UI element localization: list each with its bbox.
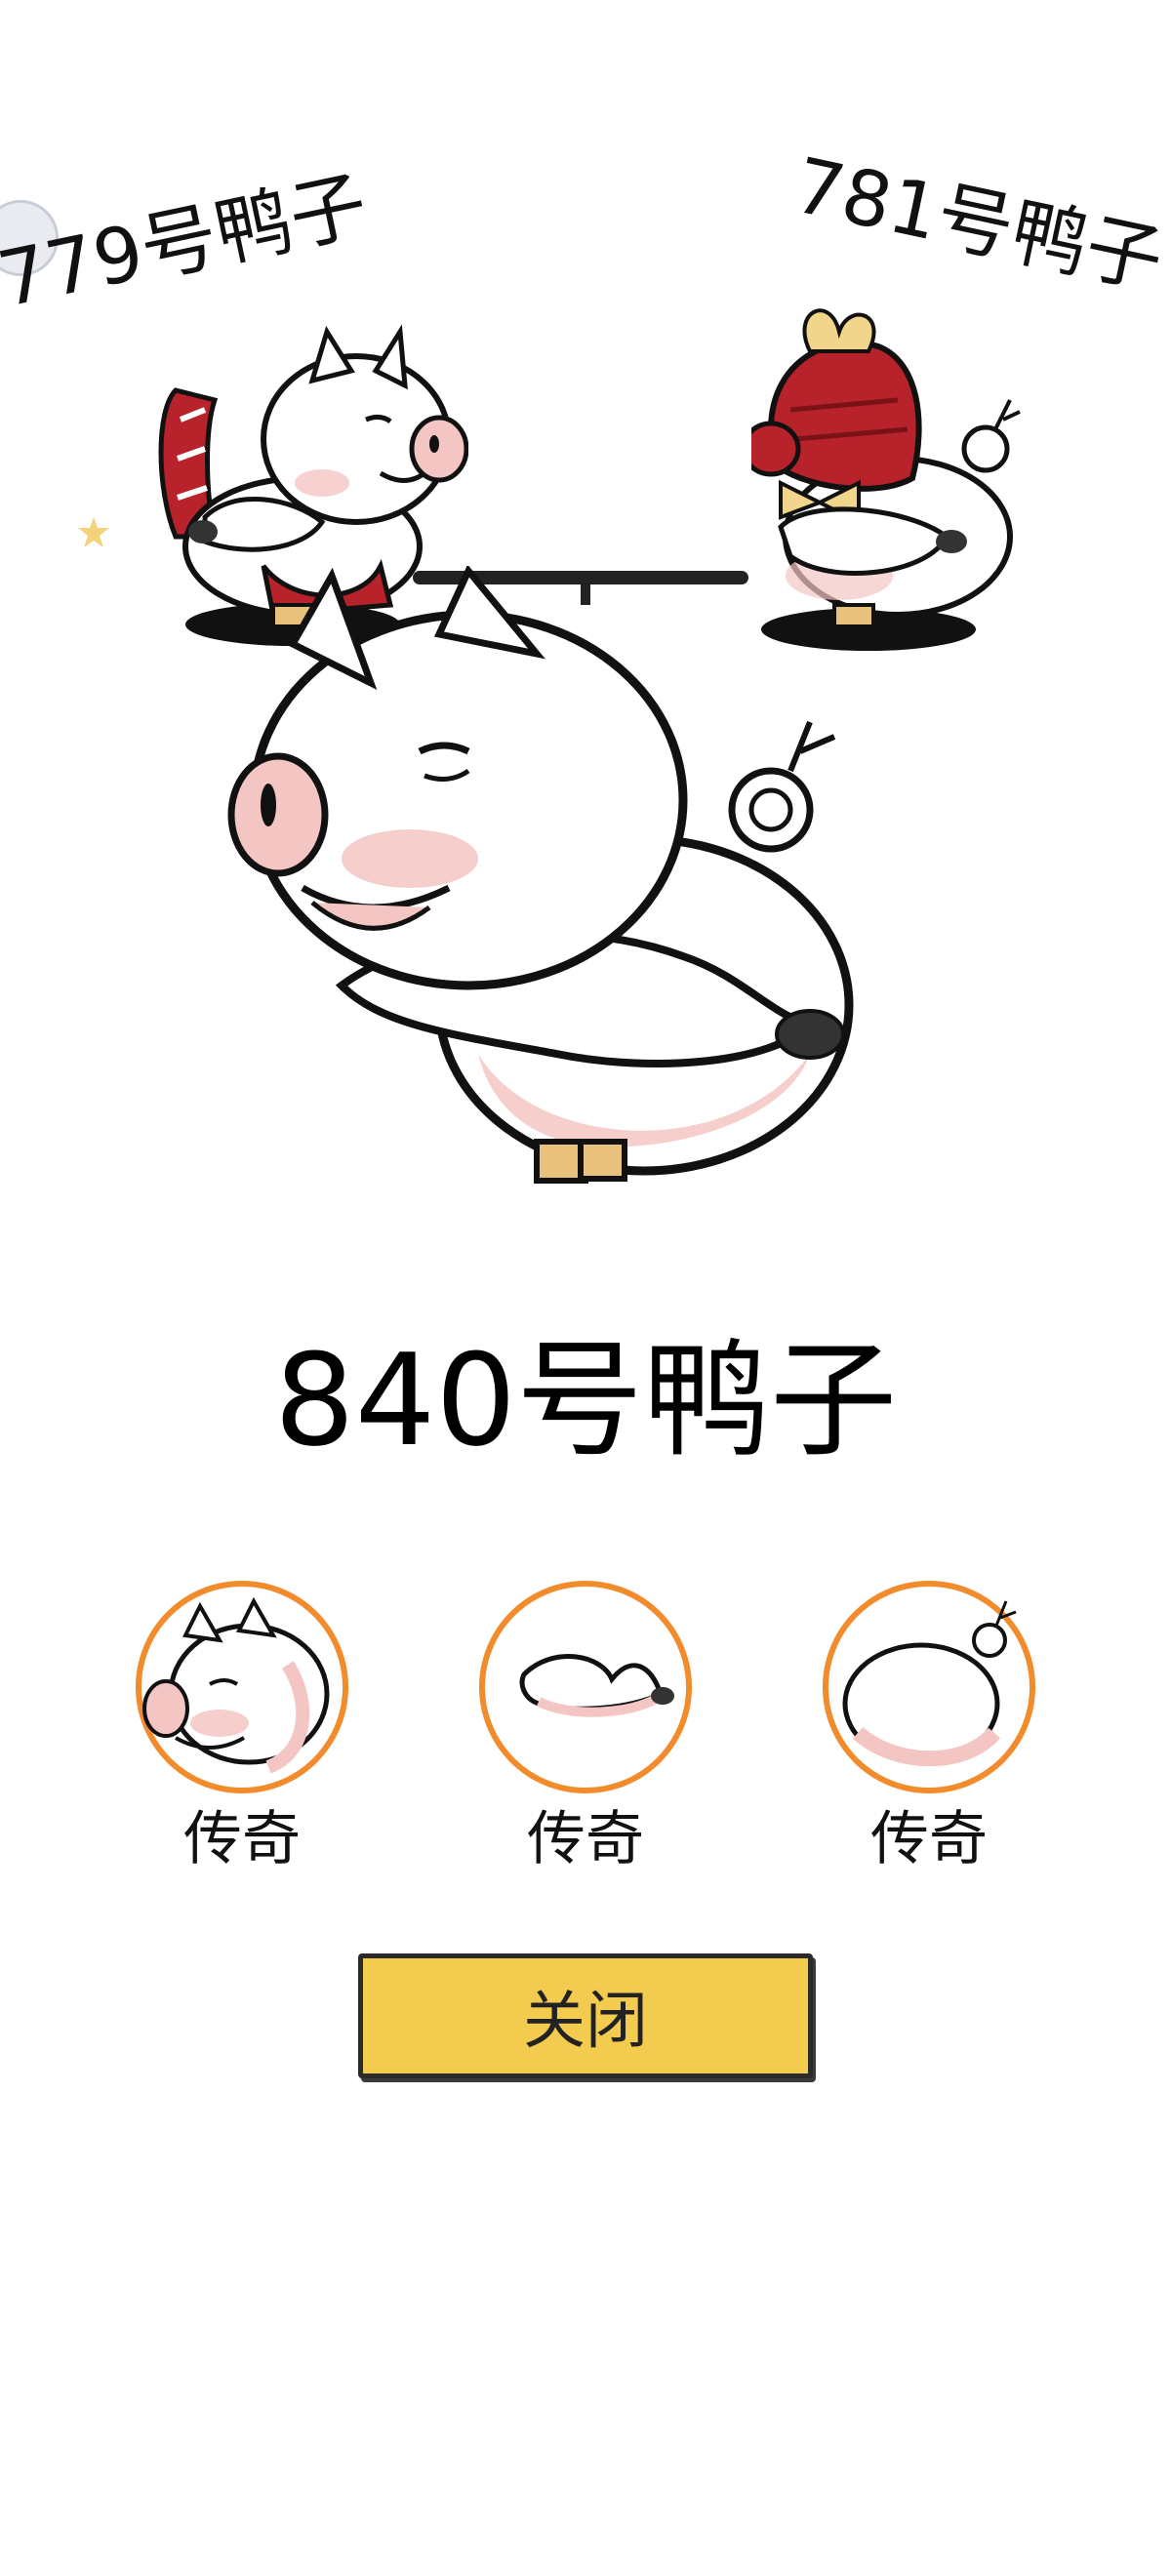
star-icon [78,517,109,547]
part-ring[interactable] [823,1581,1035,1793]
current-character-sprite[interactable] [224,566,868,1210]
character-name-title: 840号鸭子 [273,1326,898,1474]
part-slot-head[interactable]: 传奇 [130,1581,354,1872]
close-button[interactable]: 关闭 [358,1953,813,2078]
part-rarity-label: 传奇 [183,1805,301,1873]
previous-character-name[interactable]: 779号鸭子 [0,161,375,325]
part-ring[interactable] [479,1581,692,1793]
pig-arms-icon [519,1654,674,1717]
part-slot-arms[interactable]: 传奇 [473,1581,698,1872]
next-character-name[interactable]: 781号鸭子 [787,141,1170,305]
part-rarity-label: 传奇 [527,1805,644,1873]
pig-body-icon [842,1600,1017,1767]
part-rarity-label: 传奇 [870,1805,988,1873]
part-slot-body[interactable]: 传奇 [817,1581,1041,1872]
pig-head-icon [142,1596,330,1774]
part-ring[interactable] [136,1581,348,1793]
game-screen: 779号鸭子 781号鸭子 840号鸭子 传奇 传奇 传奇 关闭 [0,0,1171,2576]
